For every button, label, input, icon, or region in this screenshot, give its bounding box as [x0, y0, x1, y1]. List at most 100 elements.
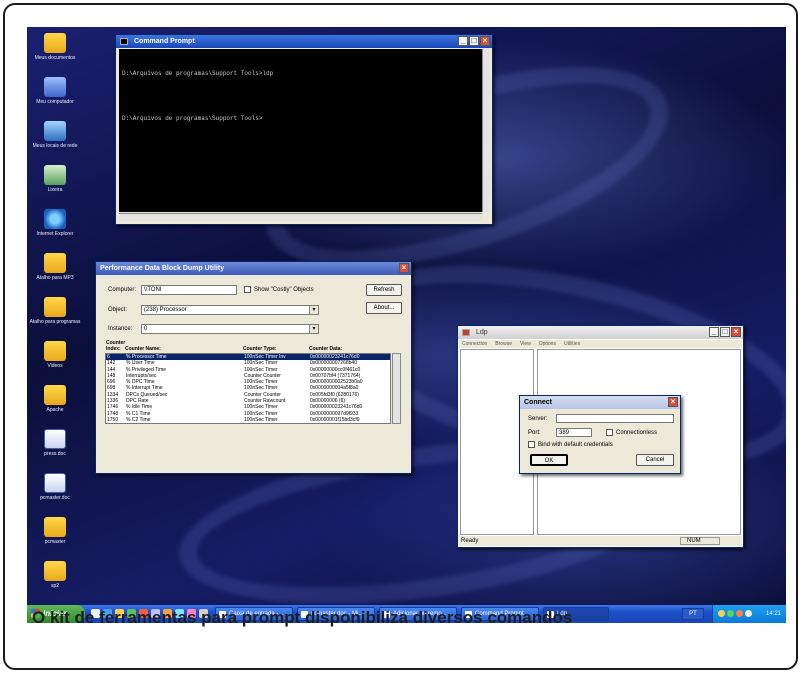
- folder-icon: [44, 33, 66, 53]
- cmd-title: Command Prompt: [134, 38, 195, 45]
- about-button[interactable]: About...: [366, 302, 402, 314]
- counter-list[interactable]: 6% Processor Time 100nSec Timer Inv 0x0000…: [105, 353, 391, 424]
- desktop-icon[interactable]: Internet Explorer: [29, 209, 81, 237]
- object-label: Object:: [108, 307, 128, 313]
- connectionless-label: Connectionless: [616, 430, 658, 436]
- cancel-button[interactable]: Cancel: [636, 454, 674, 466]
- desktop-icon-label: Internet Explorer: [36, 231, 74, 237]
- instance-select[interactable]: 0 ▾: [141, 324, 319, 334]
- connect-dialog[interactable]: Connect × Server: Port: 389 Connectionle…: [519, 395, 681, 474]
- minimize-button[interactable]: _: [458, 36, 468, 46]
- desktop-icon[interactable]: pcmaster.doc: [29, 473, 81, 501]
- minimize-button[interactable]: _: [709, 327, 719, 337]
- desktop-icon[interactable]: Meus locais de rede: [29, 121, 81, 149]
- close-button[interactable]: ×: [731, 327, 741, 337]
- server-label: Server:: [528, 416, 548, 422]
- desktop-icon[interactable]: Atalho para MP3: [29, 253, 81, 281]
- vertical-scrollbar[interactable]: [482, 49, 490, 212]
- desktop-icon-label: Videos: [47, 363, 63, 369]
- clock: 14:21: [765, 611, 781, 617]
- tray-icon[interactable]: [718, 610, 725, 617]
- bind-default-checkbox[interactable]: [528, 441, 535, 448]
- col-counter-type: Counter Type:: [243, 346, 277, 352]
- desktop-icon-label: sp2: [50, 583, 60, 589]
- desktop-screen: Meus documentos Meu computador Meus locais…: [27, 27, 786, 623]
- folder-icon: [44, 253, 66, 273]
- maximize-button[interactable]: □: [469, 36, 479, 46]
- desktop-icon[interactable]: Meu computador: [29, 77, 81, 105]
- figure-caption: O kit de ferramentas para prompt disponi…: [32, 608, 573, 627]
- perf-title-bar[interactable]: Performance Data Block Dump Utility ×: [96, 262, 411, 275]
- desktop-icon[interactable]: press.doc: [29, 429, 81, 457]
- menu-options[interactable]: Options: [539, 340, 556, 348]
- desktop-icon[interactable]: Apache: [29, 385, 81, 413]
- connect-title-bar[interactable]: Connect ×: [520, 396, 680, 409]
- maximize-button[interactable]: □: [720, 327, 730, 337]
- ldp-title-bar[interactable]: Ldp _ □ ×: [458, 326, 743, 339]
- desktop-icon[interactable]: Videos: [29, 341, 81, 369]
- ldp-menu-bar: Connection Browse View Options Utilities: [459, 340, 742, 348]
- refresh-button[interactable]: Refresh: [366, 284, 402, 296]
- menu-view[interactable]: View: [520, 340, 531, 348]
- tray-icon[interactable]: [736, 610, 743, 617]
- chevron-down-icon[interactable]: ▾: [309, 306, 318, 314]
- table-cell: 1750: [107, 416, 119, 423]
- menu-browse[interactable]: Browse: [495, 340, 512, 348]
- connectionless-checkbox[interactable]: [606, 429, 613, 436]
- perf-dump-window[interactable]: Performance Data Block Dump Utility × Co…: [95, 261, 412, 474]
- desktop-icon[interactable]: Lixeira: [29, 165, 81, 193]
- perf-title: Performance Data Block Dump Utility: [100, 265, 225, 272]
- col-counter-data: Counter Data:: [309, 346, 343, 352]
- close-button[interactable]: ×: [399, 263, 409, 273]
- console-line: D:\Arquivos de programas\Support Tools>: [122, 115, 263, 122]
- net-icon: [44, 121, 66, 141]
- counter-table-header: Counter Index: Counter Name: Counter Typ…: [105, 340, 400, 352]
- folder-icon: [44, 561, 66, 581]
- desktop-icon-label: Meus locais de rede: [32, 143, 78, 149]
- chevron-down-icon[interactable]: ▾: [309, 325, 318, 333]
- folder-icon: [44, 341, 66, 361]
- desktop-icon-label: pcmaster: [44, 539, 66, 545]
- folder-icon: [44, 385, 66, 405]
- desktop-icon-label: Meus documentos: [34, 55, 76, 61]
- figure-frame: Meus documentos Meu computador Meus locais…: [3, 3, 798, 670]
- table-row[interactable]: 1750 % C2 Time 100nSec Timer 0x00000001f15b…: [106, 417, 390, 423]
- computer-label: Computer:: [108, 287, 137, 293]
- col-counter-index: Counter Index:: [106, 340, 126, 352]
- ldp-title: Ldp: [476, 329, 488, 336]
- folder-icon: [44, 517, 66, 537]
- costly-checkbox[interactable]: [244, 286, 251, 293]
- language-indicator[interactable]: PT: [682, 608, 704, 620]
- close-button[interactable]: ×: [668, 397, 678, 407]
- menu-connection[interactable]: Connection: [462, 340, 487, 348]
- tray-icon[interactable]: [727, 610, 734, 617]
- computer-input[interactable]: \\TONI: [141, 285, 237, 295]
- status-bar: Ready NUM: [459, 536, 742, 546]
- table-cell: % C2 Time: [126, 416, 151, 423]
- connect-title: Connect: [524, 399, 552, 406]
- server-input[interactable]: [556, 414, 674, 423]
- port-input[interactable]: 389: [556, 428, 592, 437]
- cmd-title-bar[interactable]: Command Prompt _ □ ×: [116, 35, 492, 48]
- desktop-icon-label: pcmaster.doc: [40, 495, 70, 501]
- desktop-icon[interactable]: Atalho para programas: [29, 297, 81, 325]
- desktop-icon[interactable]: pcmaster: [29, 517, 81, 545]
- menu-utilities[interactable]: Utilities: [564, 340, 580, 348]
- tray-icon[interactable]: [745, 610, 752, 617]
- console-icon: [120, 38, 128, 45]
- desktop-icon[interactable]: Meus documentos: [29, 33, 81, 61]
- desktop-icon[interactable]: sp2: [29, 561, 81, 589]
- system-tray: 14:21: [712, 605, 786, 623]
- vertical-scrollbar[interactable]: [392, 353, 401, 424]
- horizontal-scrollbar[interactable]: [119, 213, 482, 221]
- instance-label: Instance:: [108, 326, 133, 332]
- command-prompt-window[interactable]: Command Prompt _ □ × D:\Arquivos de prog…: [115, 34, 493, 225]
- close-button[interactable]: ×: [480, 36, 490, 46]
- ok-button[interactable]: OK: [530, 454, 568, 466]
- counter-table[interactable]: Counter Index: Counter Name: Counter Typ…: [105, 340, 401, 424]
- doc-icon: [44, 473, 66, 493]
- object-select[interactable]: (238) Processor ▾: [141, 305, 319, 315]
- folder-icon: [44, 297, 66, 317]
- console-output[interactable]: D:\Arquivos de programas\Support Tools>l…: [119, 49, 482, 212]
- table-cell: 0x00000001f15bd3cf9: [310, 416, 360, 423]
